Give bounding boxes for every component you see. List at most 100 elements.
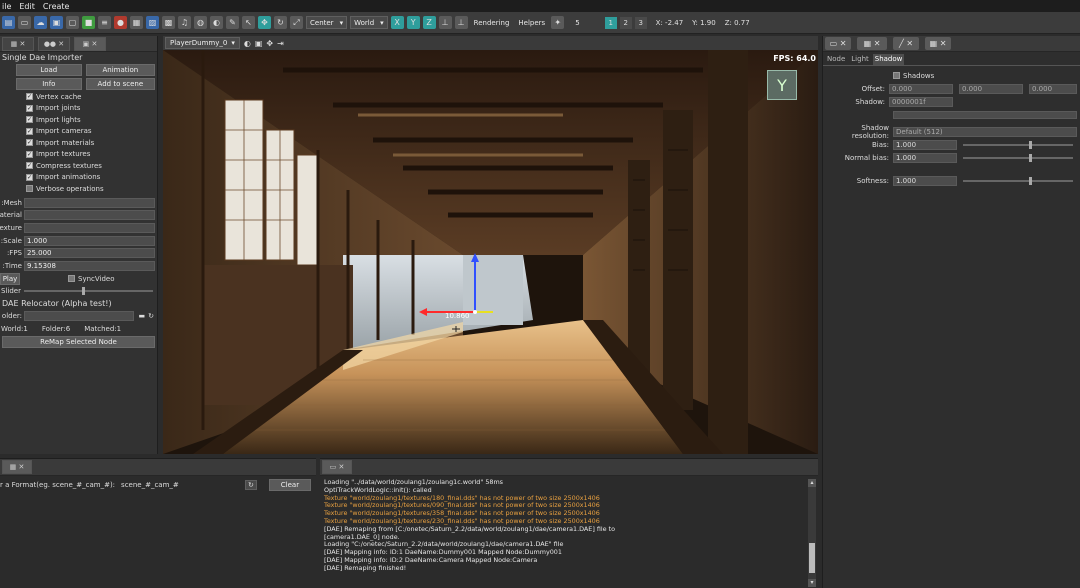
import-option-row[interactable]: ✓ Import textures bbox=[0, 149, 157, 161]
import-option-row[interactable]: ✓ Import cameras bbox=[0, 126, 157, 138]
subtab-shadow[interactable]: Shadow bbox=[872, 54, 905, 65]
import-option-row[interactable]: ✓ Vertex cache bbox=[0, 91, 157, 103]
layer-3-button[interactable]: 3 bbox=[634, 16, 647, 29]
time-slider[interactable] bbox=[24, 287, 153, 296]
layer-1-button[interactable]: 1 bbox=[604, 16, 617, 29]
shadow-mask-field[interactable]: 0000001f bbox=[889, 96, 953, 107]
field-input[interactable] bbox=[24, 222, 155, 233]
close-icon[interactable]: ✕ bbox=[338, 463, 344, 471]
shadow-mask-bits-field[interactable] bbox=[893, 110, 1077, 119]
tab-properties[interactable]: ▭ ✕ bbox=[825, 37, 851, 50]
offset-z-field[interactable]: 0.000 bbox=[1029, 83, 1077, 94]
field-input[interactable]: 25.000 bbox=[24, 248, 155, 259]
axis-gizmo[interactable]: Y bbox=[767, 70, 797, 100]
scale-tool-icon[interactable]: ⤢ bbox=[290, 16, 303, 29]
tab-tools[interactable]: ▦ ✕ bbox=[925, 37, 951, 50]
rendering-menu[interactable]: Rendering bbox=[474, 19, 510, 27]
tab-rename[interactable]: ▦ ✕ bbox=[2, 460, 32, 474]
close-icon[interactable]: ✕ bbox=[940, 39, 947, 48]
clear-button[interactable]: Clear bbox=[268, 479, 311, 491]
camera-icon[interactable]: ◐ bbox=[244, 39, 251, 48]
offset-x-field[interactable]: 0.000 bbox=[889, 83, 953, 94]
menu-edit[interactable]: Edit bbox=[19, 2, 35, 11]
resolution-select[interactable]: Default (512) bbox=[893, 126, 1077, 137]
run-icon[interactable]: ✦ bbox=[551, 16, 565, 29]
camera-select[interactable]: PlayerDummy_0 ▾ bbox=[165, 37, 240, 49]
softness-slider[interactable] bbox=[963, 176, 1073, 185]
tab-nodes[interactable]: ●● ✕ bbox=[38, 36, 70, 51]
import-option-row[interactable]: ✓ Import lights bbox=[0, 114, 157, 126]
import-option-row[interactable]: ✓ Import joints bbox=[0, 103, 157, 115]
helpers-menu[interactable]: Helpers bbox=[518, 19, 545, 27]
sound-icon[interactable]: ♫ bbox=[178, 16, 191, 29]
refresh-icon[interactable]: ↻ bbox=[148, 312, 154, 320]
close-icon[interactable]: ✕ bbox=[18, 463, 24, 471]
node-list-icon[interactable]: ≡ bbox=[98, 16, 111, 29]
tab-light[interactable]: ▦ ✕ bbox=[857, 37, 887, 50]
menu-file[interactable]: ile bbox=[2, 2, 11, 11]
snap-icon[interactable]: ⊥ bbox=[438, 16, 452, 29]
field-input[interactable]: 1.000 bbox=[24, 235, 155, 246]
new-world-icon[interactable]: ▤ bbox=[2, 16, 15, 29]
console-scrollbar[interactable]: ▴ ▾ bbox=[808, 479, 816, 587]
viewport-3d[interactable]: 10.860 FPS: 64.0 Y bbox=[163, 50, 818, 454]
axis-y-toggle[interactable]: Y bbox=[406, 16, 420, 29]
checkbox[interactable]: ✓ bbox=[26, 139, 33, 147]
layer-2-button[interactable]: 2 bbox=[619, 16, 632, 29]
scroll-thumb[interactable] bbox=[809, 543, 815, 573]
bias-knob[interactable] bbox=[1029, 140, 1032, 149]
format-value[interactable]: scene_#_cam_# bbox=[121, 481, 239, 489]
folder-input[interactable] bbox=[24, 310, 134, 321]
softness-knob[interactable] bbox=[1029, 176, 1032, 185]
tab-brush[interactable]: ╱ ✕ bbox=[893, 37, 919, 50]
refresh-icon[interactable]: ↻ bbox=[245, 480, 257, 490]
maximize-icon[interactable]: ⇥ bbox=[277, 39, 284, 48]
rotate-tool-icon[interactable]: ↻ bbox=[274, 16, 287, 29]
checkbox[interactable] bbox=[26, 185, 33, 193]
align-icon[interactable]: ⊥ bbox=[454, 16, 468, 29]
animation-button[interactable]: Animation bbox=[85, 64, 155, 76]
checkbox[interactable]: ✓ bbox=[26, 93, 33, 101]
add-to-scene-button[interactable]: Add to scene bbox=[85, 78, 155, 90]
checkbox[interactable]: ✓ bbox=[26, 127, 33, 135]
lock-icon[interactable]: ▣ bbox=[255, 39, 263, 48]
pivot-select[interactable]: Center ▾ bbox=[306, 16, 348, 29]
checkbox[interactable]: ✓ bbox=[26, 116, 33, 124]
close-icon[interactable]: ✕ bbox=[874, 39, 881, 48]
play-button[interactable]: Play bbox=[0, 272, 20, 285]
normal-bias-field[interactable]: 1.000 bbox=[893, 152, 957, 163]
slider-knob[interactable] bbox=[82, 287, 86, 296]
ball-icon[interactable]: ◐ bbox=[210, 16, 223, 29]
speed-value[interactable]: 5 bbox=[575, 19, 579, 27]
axis-z-toggle[interactable]: Z bbox=[422, 16, 436, 29]
folder-open-icon[interactable]: ▬ bbox=[139, 312, 146, 320]
terrain-icon[interactable]: ▩ bbox=[162, 16, 175, 29]
offset-y-field[interactable]: 0.000 bbox=[959, 83, 1023, 94]
checkbox[interactable]: ✓ bbox=[26, 104, 33, 112]
scroll-down-icon[interactable]: ▾ bbox=[808, 579, 816, 587]
bias-field[interactable]: 1.000 bbox=[893, 139, 957, 150]
checkbox[interactable]: ✓ bbox=[26, 150, 33, 158]
save-icon[interactable]: ▣ bbox=[50, 16, 63, 29]
field-input[interactable] bbox=[24, 210, 155, 221]
scroll-up-icon[interactable]: ▴ bbox=[808, 479, 816, 487]
cloud-icon[interactable]: ☁ bbox=[34, 16, 47, 29]
settings-icon[interactable]: ✥ bbox=[266, 39, 273, 48]
close-icon[interactable]: ✕ bbox=[840, 39, 847, 48]
tab-importer[interactable]: ▣ ✕ bbox=[74, 36, 106, 51]
space-select[interactable]: World ▾ bbox=[350, 16, 388, 29]
info-button[interactable]: Info bbox=[16, 78, 82, 90]
tab-scene[interactable]: ▦ ✕ bbox=[2, 36, 34, 51]
mesh-icon[interactable]: ■ bbox=[82, 16, 95, 29]
tab-console[interactable]: ▭ ✕ bbox=[322, 460, 352, 474]
import-option-row[interactable]: ✓ Import materials bbox=[0, 137, 157, 149]
save-as-icon[interactable]: ▢ bbox=[66, 16, 79, 29]
bias-slider[interactable] bbox=[963, 140, 1073, 149]
import-option-row[interactable]: Verbose operations bbox=[0, 183, 157, 195]
import-option-row[interactable]: ✓ Import animations bbox=[0, 172, 157, 184]
checkbox[interactable]: ✓ bbox=[26, 162, 33, 170]
menu-create[interactable]: Create bbox=[43, 2, 70, 11]
syncvideo-checkbox[interactable] bbox=[68, 275, 75, 283]
load-button[interactable]: Load bbox=[16, 64, 82, 76]
close-icon[interactable]: ✕ bbox=[906, 39, 913, 48]
